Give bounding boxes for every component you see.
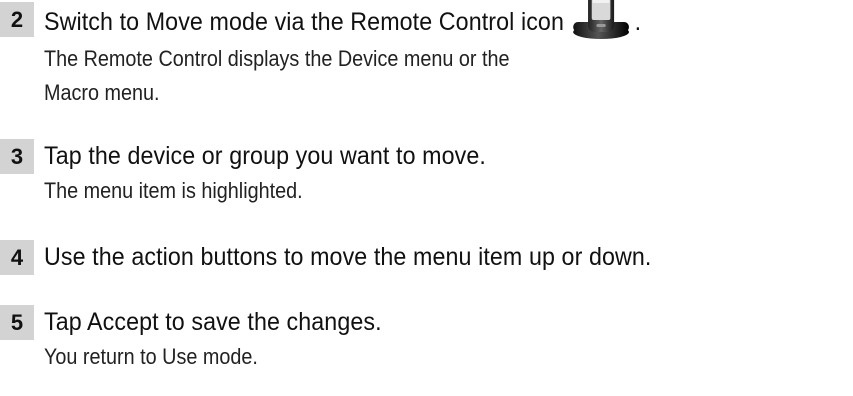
step-number: 2: [0, 2, 34, 37]
step-4: 4 Use the action buttons to move the men…: [0, 240, 697, 275]
step-5: 5 Tap Accept to save the changes. You re…: [0, 305, 407, 374]
instruction-text: Tap Accept to save the changes.: [44, 308, 382, 336]
step-2: 2 Switch to Move mode via the Remote Con…: [0, 0, 686, 110]
step-number: 4: [0, 240, 34, 275]
step-result-line: The Remote Control displays the Device m…: [44, 46, 510, 71]
step-instruction: Tap Accept to save the changes.: [44, 305, 382, 340]
step-result-line: The menu item is highlighted.: [44, 178, 303, 203]
instruction-text: Use the action buttons to move the menu …: [44, 243, 652, 271]
instruction-period: .: [634, 7, 642, 36]
instruction-text: Switch to Move mode via the Remote Contr…: [44, 7, 564, 36]
step-body: Use the action buttons to move the menu …: [44, 240, 697, 275]
step-3: 3 Tap the device or group you want to mo…: [0, 139, 519, 208]
instruction-text: Tap the device or group you want to move…: [44, 142, 486, 170]
step-body: Tap the device or group you want to move…: [44, 139, 519, 208]
step-result-line: Macro menu.: [44, 80, 160, 105]
step-instruction: Tap the device or group you want to move…: [44, 139, 486, 174]
step-instruction: Use the action buttons to move the menu …: [44, 240, 651, 275]
step-result-line: You return to Use mode.: [44, 344, 258, 369]
remote-control-icon: [571, 0, 631, 39]
step-body: Switch to Move mode via the Remote Contr…: [44, 0, 686, 110]
step-number: 5: [0, 305, 34, 340]
step-body: Tap Accept to save the changes. You retu…: [44, 305, 407, 374]
step-instruction: Switch to Move mode via the Remote Contr…: [44, 0, 642, 42]
step-number: 3: [0, 139, 34, 174]
